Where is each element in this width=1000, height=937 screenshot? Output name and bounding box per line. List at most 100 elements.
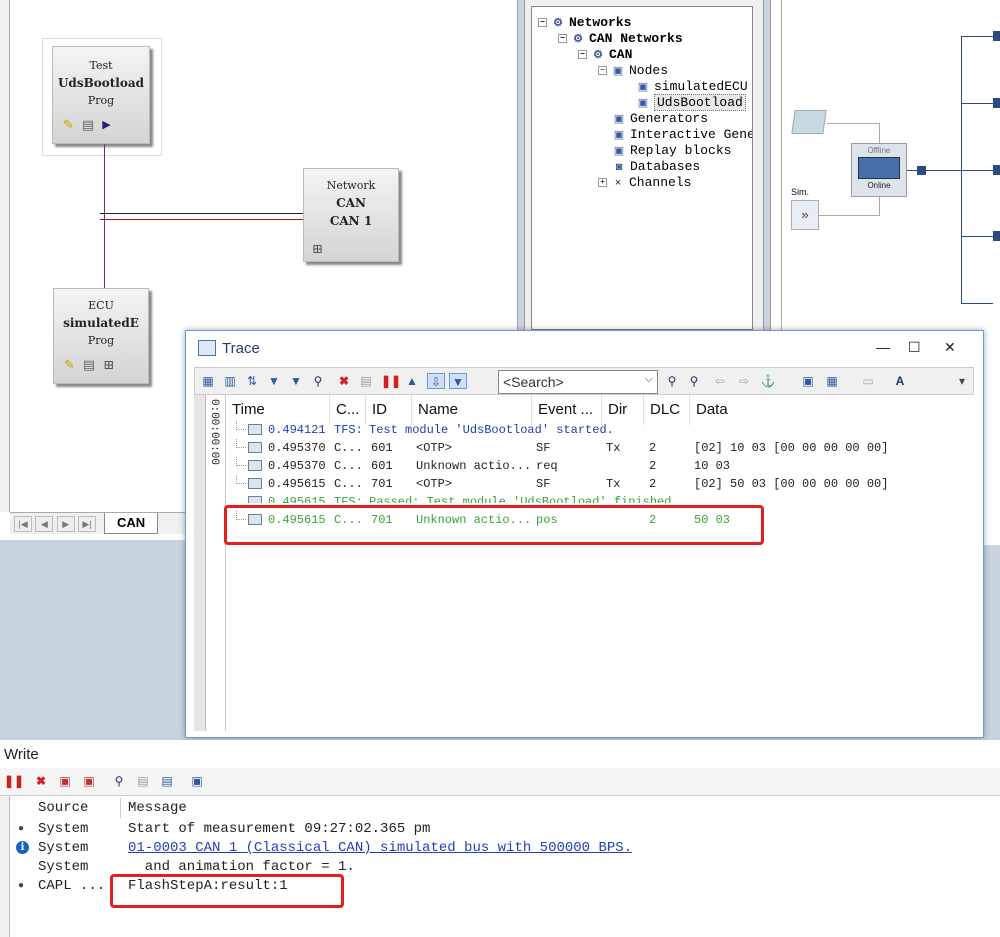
binoculars-icon[interactable]: ⚲ xyxy=(309,373,327,389)
network-icon: ⚙ xyxy=(593,50,603,62)
filter-edit-icon[interactable]: ▼ xyxy=(287,373,305,389)
write-output: Source Message ● System Start of measure… xyxy=(0,796,1000,937)
tree-connector xyxy=(236,439,246,448)
find-prev-icon[interactable]: ⚲ xyxy=(663,373,681,389)
highlight-filter-icon[interactable]: ▼ xyxy=(449,373,467,389)
node-icon: ▣ xyxy=(612,66,624,78)
maximize-icon[interactable]: ☐ xyxy=(908,339,921,356)
expand-icon[interactable]: + xyxy=(598,178,607,188)
prev-tab-button[interactable]: ◀ xyxy=(35,516,54,532)
write-message: and animation factor = 1. xyxy=(128,859,355,875)
chevron-down-icon[interactable]: ⌵ xyxy=(645,373,653,386)
write-toolbar: ❚❚ ✖ ▣ ▣ ⚲ ▤ ▤ ▣ xyxy=(0,768,1000,796)
tree-connector xyxy=(236,457,246,466)
port-icon xyxy=(993,165,1000,175)
trace-new-icon[interactable]: ▦ xyxy=(199,373,217,389)
binoculars-icon[interactable]: ⚲ xyxy=(110,773,128,789)
branch-line xyxy=(961,303,993,304)
filter-icon[interactable]: ▼ xyxy=(265,373,283,389)
network-hardware-icon[interactable]: ⊞ xyxy=(312,242,323,257)
columns-icon[interactable]: ▭ xyxy=(859,373,877,389)
write-left-bar[interactable] xyxy=(0,796,10,937)
collapse-icon[interactable]: − xyxy=(598,66,607,76)
test-node-block[interactable]: Test UdsBootload Prog ✎ ▤ ▶ xyxy=(52,46,150,144)
col-header-source[interactable]: Source xyxy=(38,800,88,816)
find-next-icon[interactable]: ⚲ xyxy=(685,373,703,389)
toolbar-overflow-icon[interactable]: ▾ xyxy=(953,373,971,389)
run-icon[interactable]: ▶ xyxy=(102,118,110,133)
font-size-icon[interactable]: A xyxy=(891,373,909,389)
collapse-icon[interactable]: − xyxy=(558,34,567,44)
network-can-block[interactable]: Network CAN CAN 1 ⊞ xyxy=(303,168,399,262)
sim-forward-icon[interactable]: » xyxy=(791,200,819,230)
export-icon[interactable]: ▦ xyxy=(823,373,841,389)
export-icon[interactable]: ▤ xyxy=(158,773,176,789)
back-icon[interactable]: ⇦ xyxy=(711,373,729,389)
stack-icon[interactable]: ▤ xyxy=(82,118,94,133)
clear-icon[interactable]: ✖ xyxy=(32,773,50,789)
tree-item-interactive-generators[interactable]: ▣ Interactive Gene xyxy=(612,127,752,143)
tree-item-networks[interactable]: − ⚙ Networks xyxy=(538,15,631,31)
write-window[interactable]: Write ❚❚ ✖ ▣ ▣ ⚲ ▤ ▤ ▣ Source Message ● … xyxy=(0,740,1000,937)
trace-row[interactable]: 0.495370 C... 601 Unknown actio... req 2… xyxy=(226,457,974,475)
close-icon[interactable]: ✕ xyxy=(944,339,956,356)
trace-stat-icon[interactable]: ▥ xyxy=(221,373,239,389)
trace-row[interactable]: 0.495615 TFS: Passed: Test module 'UdsBo… xyxy=(226,493,974,503)
folder-icon[interactable] xyxy=(791,110,827,134)
tree-item-channels[interactable]: + × Channels xyxy=(598,175,691,191)
clear-page-icon[interactable]: ▣ xyxy=(56,773,74,789)
layout-icon[interactable]: ▣ xyxy=(188,773,206,789)
trace-row[interactable]: 0.495615 C... 701 <OTP> SF Tx 2 [02] 50 … xyxy=(226,475,974,493)
branch-line xyxy=(961,103,993,104)
panel-separator xyxy=(781,0,782,330)
detail-icon[interactable]: ▤ xyxy=(357,373,375,389)
pause-icon[interactable]: ❚❚ xyxy=(4,773,24,789)
trace-row[interactable]: 0.494121 TFS: Test module 'UdsBootload' … xyxy=(226,421,974,439)
offline-online-switch[interactable]: Offline Online xyxy=(851,143,907,197)
trace-titlebar[interactable]: Trace — ☐ ✕ xyxy=(186,331,983,365)
scroll-mode-icon[interactable]: ⇩ xyxy=(427,373,445,389)
node-hardware-icon[interactable]: ⊞ xyxy=(103,358,114,373)
ecu-node-type: ECU xyxy=(88,299,114,312)
time-icon[interactable]: ▲ xyxy=(403,373,421,389)
first-tab-button[interactable]: |◀ xyxy=(14,516,32,532)
tree-item-generators[interactable]: ▣ Generators xyxy=(612,111,708,127)
ecu-node-block[interactable]: ECU simulatedE Prog ✎ ▤ ⊞ xyxy=(53,288,149,384)
forward-icon[interactable]: ⇨ xyxy=(735,373,753,389)
collapse-icon[interactable]: − xyxy=(538,18,547,28)
network-icon: ⚙ xyxy=(573,34,583,46)
minimize-icon[interactable]: — xyxy=(876,339,890,355)
trace-search-input[interactable]: <Search> ⌵ xyxy=(498,370,658,394)
pause-icon[interactable]: ❚❚ xyxy=(381,373,401,389)
node-icon: ▣ xyxy=(637,98,649,110)
setup-left-scrollbar[interactable] xyxy=(0,0,10,512)
pencil-icon[interactable]: ✎ xyxy=(63,118,74,133)
tree-item-can[interactable]: − ⚙ CAN xyxy=(578,47,632,63)
col-header-message[interactable]: Message xyxy=(128,800,187,816)
collapse-icon[interactable]: − xyxy=(578,50,587,60)
tree-item-simulatedecu[interactable]: ▣ simulatedECU xyxy=(636,79,748,95)
clear-icon[interactable]: ✖ xyxy=(335,373,353,389)
tab-can[interactable]: CAN xyxy=(104,513,159,534)
tree-item-nodes[interactable]: − ▣ Nodes xyxy=(598,63,668,79)
layout-icon[interactable]: ▣ xyxy=(799,373,817,389)
pencil-icon[interactable]: ✎ xyxy=(64,358,75,373)
copy-icon[interactable]: ▤ xyxy=(134,773,152,789)
trace-sort-icon[interactable]: ⇅ xyxy=(243,373,261,389)
trace-window[interactable]: Trace — ☐ ✕ ▦ ▥ ⇅ ▼ ▼ ⚲ ✖ ▤ ❚❚ ▲ ⇩ ▼ <Se… xyxy=(185,330,984,738)
marker-icon[interactable]: ⚓ xyxy=(759,373,777,389)
write-message-link[interactable]: 01-0003 CAN 1 (Classical CAN) simulated … xyxy=(128,840,632,856)
tree-item-udsbootload[interactable]: ▣ UdsBootload xyxy=(636,94,746,111)
trace-splitter[interactable] xyxy=(194,395,206,731)
test-node-name: UdsBootload xyxy=(57,76,145,90)
next-tab-button[interactable]: ▶ xyxy=(56,516,75,532)
clear-all-icon[interactable]: ▣ xyxy=(80,773,98,789)
trace-row[interactable]: 0.495370 C... 601 <OTP> SF Tx 2 [02] 10 … xyxy=(226,439,974,457)
connector-line xyxy=(827,123,879,124)
connector-line xyxy=(879,196,880,216)
tree-item-replay-blocks[interactable]: ▣ Replay blocks xyxy=(612,143,732,159)
tree-item-databases[interactable]: ◙ Databases xyxy=(612,159,701,175)
stack-icon[interactable]: ▤ xyxy=(83,358,95,373)
tree-item-can-networks[interactable]: − ⚙ CAN Networks xyxy=(558,31,683,47)
last-tab-button[interactable]: ▶| xyxy=(78,516,97,532)
